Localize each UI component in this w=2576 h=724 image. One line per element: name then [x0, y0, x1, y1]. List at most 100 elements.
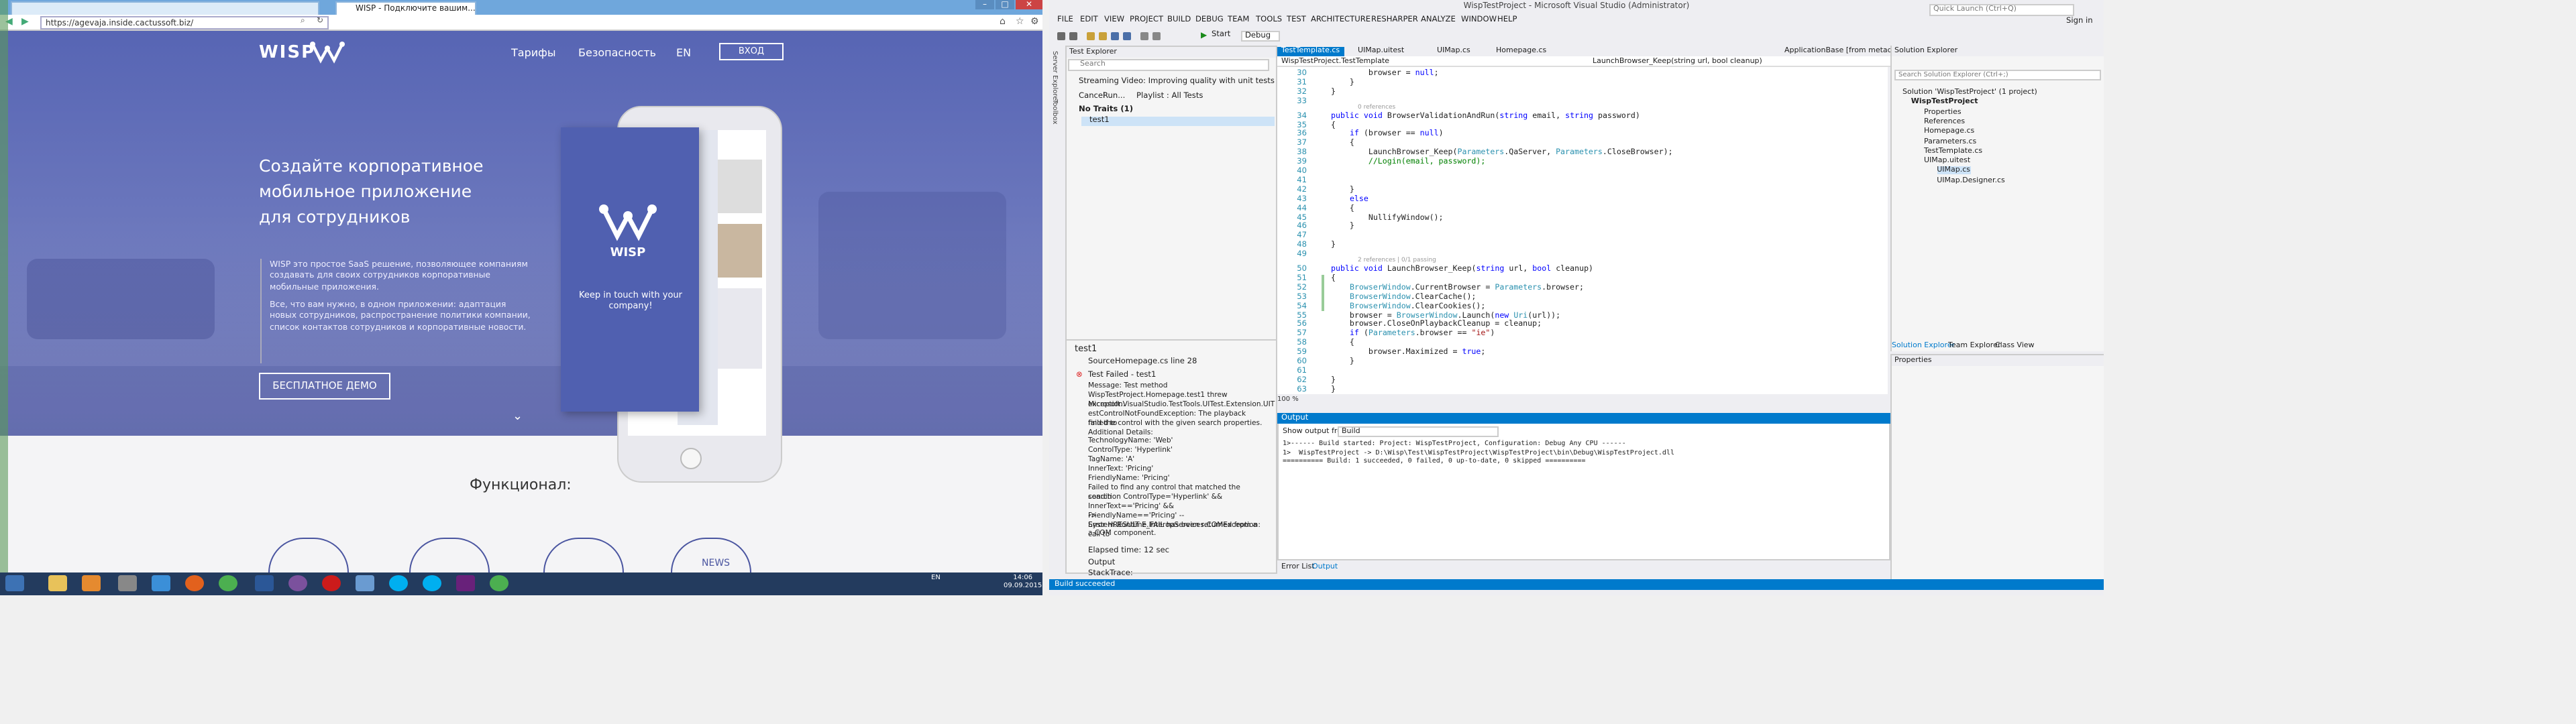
- maximize-button[interactable]: □: [996, 0, 1014, 9]
- stacktrace-label[interactable]: StackTrace:: [1088, 570, 1133, 579]
- solution-tree-item[interactable]: UIMap.Designer.cs: [1937, 176, 2005, 184]
- skype-icon[interactable]: [389, 575, 408, 591]
- code-line[interactable]: }: [1331, 88, 1336, 97]
- code-line[interactable]: {: [1331, 140, 1354, 148]
- menu-edit[interactable]: EDIT: [1080, 16, 1098, 24]
- start-icon[interactable]: [5, 575, 24, 591]
- nav-language[interactable]: EN: [676, 47, 691, 59]
- codelens-references[interactable]: 2 references | 0/1 passing: [1358, 257, 1436, 264]
- solution-tree-item[interactable]: WispTestProject: [1911, 99, 1978, 107]
- output-source-select[interactable]: Build: [1338, 426, 1499, 437]
- code-line[interactable]: }: [1331, 377, 1336, 385]
- code-line[interactable]: public void BrowserValidationAndRun(stri…: [1331, 112, 1640, 120]
- code-line[interactable]: browser = BrowserWindow.Launch(new Uri(u…: [1331, 312, 1560, 320]
- test-search-input[interactable]: Search: [1068, 59, 1269, 71]
- code-line[interactable]: {: [1331, 275, 1336, 283]
- code-editor[interactable]: 30 browser = null; 31 } 32} 33 34 public void…: [1277, 67, 1888, 394]
- chevron-down-icon[interactable]: ⌄: [513, 410, 523, 424]
- wisp-logo[interactable]: WISP: [259, 43, 315, 63]
- code-line[interactable]: {: [1331, 204, 1354, 213]
- chrome-icon[interactable]: [490, 575, 508, 591]
- output-link[interactable]: Output: [1088, 559, 1115, 568]
- solution-tree-item[interactable]: Solution 'WispTestProject' (1 project): [1902, 88, 2037, 97]
- test-group[interactable]: No Traits (1): [1079, 106, 1133, 115]
- output-tab[interactable]: Output: [1312, 563, 1338, 571]
- undo-icon[interactable]: [1140, 32, 1148, 40]
- nav-pricing[interactable]: Тарифы: [511, 47, 555, 59]
- run-link[interactable]: Run...: [1103, 93, 1125, 102]
- code-line[interactable]: BrowserWindow.CurrentBrowser = Parameter…: [1331, 284, 1584, 292]
- code-line[interactable]: BrowserWindow.ClearCookies();: [1331, 302, 1485, 310]
- home-icon[interactable]: ⌂: [1000, 16, 1006, 27]
- test-item[interactable]: test1: [1081, 117, 1275, 127]
- solution-tree-item[interactable]: Homepage.cs: [1924, 127, 1974, 135]
- menu-debug[interactable]: DEBUG: [1195, 16, 1224, 24]
- code-line[interactable]: else: [1331, 195, 1368, 203]
- remote-desktop-icon[interactable]: [356, 575, 374, 591]
- solution-tree-item[interactable]: References: [1924, 118, 1965, 126]
- code-line[interactable]: NullifyWindow();: [1331, 214, 1444, 222]
- menu-project[interactable]: PROJECT: [1130, 16, 1163, 24]
- menu-view[interactable]: VIEW: [1104, 16, 1124, 24]
- code-line[interactable]: }: [1331, 223, 1354, 231]
- favorites-icon[interactable]: ☆: [1016, 16, 1024, 27]
- minimize-button[interactable]: –: [975, 0, 994, 9]
- menu-analyze[interactable]: ANALYZE: [1421, 16, 1456, 24]
- server-explorer-tab[interactable]: Server Explorer: [1051, 51, 1059, 103]
- menu-help[interactable]: HELP: [1497, 16, 1517, 24]
- code-line[interactable]: browser.CloseOnPlaybackCleanup = cleanup…: [1331, 321, 1542, 329]
- code-line[interactable]: //Login(email, password);: [1331, 158, 1486, 166]
- outlook-icon[interactable]: [82, 575, 101, 591]
- taskbar-clock[interactable]: 14:06 09.09.2015: [1004, 574, 1042, 590]
- browser-tab[interactable]: [11, 1, 319, 15]
- member-dropdown[interactable]: LaunchBrowser_Keep(string url, bool clea…: [1593, 58, 1762, 66]
- code-line[interactable]: }: [1331, 186, 1354, 194]
- tab-testtemplate[interactable]: TestTemplate.cs: [1277, 47, 1344, 56]
- code-line[interactable]: }: [1331, 358, 1354, 366]
- menu-window[interactable]: WINDOW: [1461, 16, 1497, 24]
- tab-homepage[interactable]: Homepage.cs: [1492, 47, 1550, 56]
- tab-uimap-cs[interactable]: UIMap.cs: [1433, 47, 1474, 56]
- save-icon[interactable]: [1111, 32, 1119, 40]
- open-icon[interactable]: [1099, 32, 1107, 40]
- nav-security[interactable]: Безопасность: [578, 47, 656, 59]
- solution-tree-item[interactable]: TestTemplate.cs: [1924, 147, 1982, 156]
- refresh-icon[interactable]: ↻: [317, 16, 323, 25]
- codelens-references[interactable]: 0 references: [1358, 104, 1395, 111]
- save-all-icon[interactable]: [1123, 32, 1131, 40]
- class-dropdown[interactable]: WispTestProject.TestTemplate: [1281, 58, 1389, 66]
- class-view-tab[interactable]: Class View: [1995, 342, 2035, 350]
- code-line[interactable]: if (browser == null): [1331, 131, 1444, 139]
- search-icon[interactable]: ⌕: [301, 16, 305, 27]
- code-line[interactable]: LaunchBrowser_Keep(Parameters.QaServer, …: [1331, 149, 1673, 157]
- tray-language[interactable]: EN: [931, 574, 941, 582]
- firefox-icon[interactable]: [185, 575, 204, 591]
- viber-icon[interactable]: [288, 575, 307, 591]
- start-debug-icon[interactable]: ▶: [1201, 31, 1207, 40]
- code-line[interactable]: {: [1331, 339, 1354, 347]
- code-line[interactable]: BrowserWindow.ClearCache();: [1331, 293, 1477, 301]
- menu-test[interactable]: TEST: [1287, 16, 1306, 24]
- browser-tab-active[interactable]: WISP - Подключите вашим...: [335, 1, 476, 15]
- solution-search-input[interactable]: Search Solution Explorer (Ctrl+;): [1894, 70, 2101, 80]
- code-line[interactable]: browser.Maximized = true;: [1331, 349, 1486, 357]
- url-input[interactable]: https://agevaja.inside.cactussoft.biz/: [40, 16, 329, 29]
- code-line[interactable]: {: [1331, 121, 1336, 129]
- gear-icon[interactable]: ⚙: [1030, 16, 1039, 27]
- login-button[interactable]: ВХОД: [719, 43, 784, 60]
- free-demo-button[interactable]: БЕСПЛАТНОЕ ДЕМО: [259, 373, 390, 400]
- solution-tree-item[interactable]: Parameters.cs: [1924, 137, 1976, 145]
- solution-explorer-tab[interactable]: Solution Explorer: [1892, 342, 1955, 350]
- forward-icon[interactable]: ▶: [21, 16, 29, 27]
- skype-icon[interactable]: [423, 575, 441, 591]
- start-button[interactable]: Start: [1212, 31, 1230, 39]
- playlist-link[interactable]: Playlist : All Tests: [1136, 93, 1203, 102]
- solution-tree-item[interactable]: UIMap.cs: [1937, 166, 1970, 175]
- sign-in-link[interactable]: Sign in: [2066, 17, 2093, 25]
- error-list-tab[interactable]: Error List: [1281, 563, 1315, 571]
- visual-studio-icon[interactable]: [456, 575, 475, 591]
- code-line[interactable]: }: [1331, 385, 1336, 394]
- quick-launch-input[interactable]: Quick Launch (Ctrl+Q): [1929, 4, 2074, 16]
- code-line[interactable]: browser = null;: [1331, 70, 1439, 78]
- solution-tree-item[interactable]: Properties: [1924, 108, 1962, 116]
